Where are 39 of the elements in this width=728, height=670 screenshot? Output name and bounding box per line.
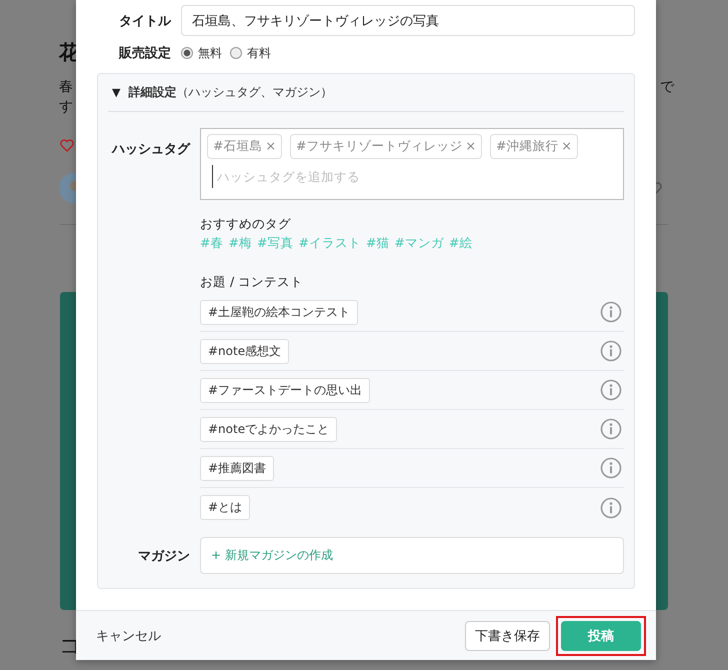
info-icon[interactable] [600,340,622,362]
hashtag-text: #フサキリゾートヴィレッジ [296,138,462,155]
magazine-label: マガジン [137,548,190,564]
hashtag-field[interactable]: #石垣島 × #フサキリゾートヴィレッジ × #沖縄旅行 × ハッシュタグを追加する [200,128,624,200]
radio-label[interactable]: 有料 [247,44,271,62]
info-icon[interactable] [600,457,622,479]
contest-tag[interactable]: #土屋鞄の絵本コンテスト [200,300,358,324]
cancel-button[interactable]: キャンセル [96,626,161,644]
sales-label: 販売設定 [118,44,171,62]
info-icon[interactable] [600,496,622,518]
contest-tag[interactable]: #note感想文 [200,338,290,364]
radio-button[interactable] [181,47,193,59]
contest-tag[interactable]: #推薦図書 [200,456,274,480]
contest-tag[interactable]: #noteでよかったこと [200,416,338,442]
article-text: す [59,100,73,114]
contest-tag[interactable]: #ファーストデートの思い出 [200,378,370,402]
remove-tag-button[interactable]: × [265,138,276,155]
avatar-icon [59,173,76,203]
hashtag-label: ハッシュタグ [110,141,190,159]
info-icon[interactable] [600,379,622,401]
article-text: で [660,80,674,94]
article-text: 春 [59,80,73,94]
info-icon[interactable] [600,301,622,323]
hashtag-text: #沖縄旅行 [496,138,558,155]
details-title[interactable]: 詳細設定（ハッシュタグ、マガジン） [128,84,332,101]
contest-tag[interactable]: #とは [200,495,250,520]
info-icon[interactable] [600,418,622,440]
title-label: タイトル [118,12,171,30]
radio-label[interactable]: 無料 [198,44,222,62]
hashtag-text: #石垣島 [213,138,262,155]
collapse-toggle[interactable]: ▼ [112,86,120,99]
contest-heading: お題 / コンテスト [200,274,304,291]
remove-tag-button[interactable]: × [465,138,476,155]
radio-button[interactable] [230,47,242,59]
title-field[interactable]: 石垣島、フサキリゾートヴィレッジの写真 [181,5,635,36]
remove-tag-button[interactable]: × [561,138,572,155]
recommended-heading: おすすめのタグ [200,216,292,233]
save-draft-button[interactable]: 下書き保存 [465,620,550,650]
hashtag-input[interactable]: ハッシュタグを追加する [212,165,617,188]
